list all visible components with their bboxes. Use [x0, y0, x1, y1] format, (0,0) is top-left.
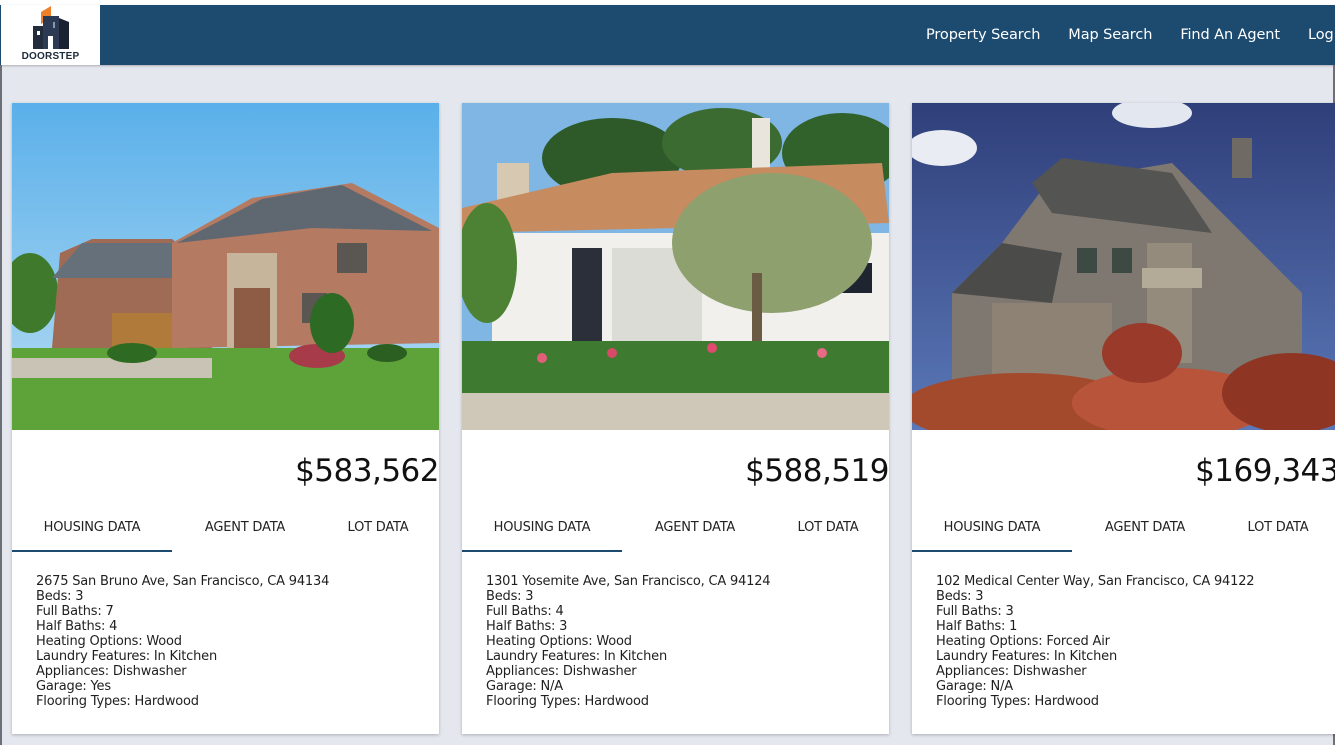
beds: Beds: 3 — [486, 589, 534, 604]
housing-details: 2675 San Bruno Ave, San Francisco, CA 94… — [36, 574, 329, 709]
listing-tabs: HOUSING DATA AGENT DATA LOT DATA — [912, 508, 1335, 552]
listing-tabs: HOUSING DATA AGENT DATA LOT DATA — [12, 508, 439, 552]
heating-options: Heating Options: Wood — [486, 634, 632, 649]
house-logo-icon — [33, 6, 69, 49]
laundry-features: Laundry Features: In Kitchen — [486, 649, 667, 664]
beds: Beds: 3 — [36, 589, 84, 604]
garage: Garage: N/A — [486, 679, 563, 694]
logo[interactable]: DOORSTEP — [1, 5, 100, 65]
appliances: Appliances: Dishwasher — [36, 664, 187, 679]
tab-housing-data[interactable]: HOUSING DATA — [462, 508, 622, 552]
listing-address: 1301 Yosemite Ave, San Francisco, CA 941… — [486, 574, 771, 589]
house-photo[interactable] — [12, 103, 439, 430]
tab-agent-data[interactable]: AGENT DATA — [622, 508, 768, 552]
page: DOORSTEP Property Search Map Search Find… — [0, 0, 1335, 745]
window-left-edge — [0, 65, 2, 745]
heating-options: Heating Options: Forced Air — [936, 634, 1110, 649]
tab-lot-data[interactable]: LOT DATA — [1218, 508, 1335, 552]
nav-map-search[interactable]: Map Search — [1068, 27, 1152, 43]
listing-address: 102 Medical Center Way, San Francisco, C… — [936, 574, 1255, 589]
full-baths: Full Baths: 7 — [36, 604, 114, 619]
heating-options: Heating Options: Wood — [36, 634, 182, 649]
garage: Garage: Yes — [36, 679, 111, 694]
main-nav: Property Search Map Search Find An Agent… — [912, 5, 1335, 65]
brand-name: DOORSTEP — [21, 51, 80, 62]
house-photo[interactable] — [912, 103, 1335, 430]
garage: Garage: N/A — [936, 679, 1013, 694]
listing-address: 2675 San Bruno Ave, San Francisco, CA 94… — [36, 574, 330, 589]
laundry-features: Laundry Features: In Kitchen — [36, 649, 217, 664]
appliances: Appliances: Dishwasher — [486, 664, 637, 679]
top-navbar: DOORSTEP Property Search Map Search Find… — [0, 5, 1335, 65]
full-baths: Full Baths: 3 — [936, 604, 1014, 619]
half-baths: Half Baths: 1 — [936, 619, 1018, 634]
tab-lot-data[interactable]: LOT DATA — [768, 508, 888, 552]
listing-card[interactable]: $169,343 HOUSING DATA AGENT DATA LOT DAT… — [912, 103, 1335, 734]
housing-details: 102 Medical Center Way, San Francisco, C… — [936, 574, 1255, 709]
flooring-types: Flooring Types: Hardwood — [486, 694, 649, 709]
full-baths: Full Baths: 4 — [486, 604, 564, 619]
flooring-types: Flooring Types: Hardwood — [36, 694, 199, 709]
nav-find-agent[interactable]: Find An Agent — [1180, 27, 1280, 43]
nav-property-search[interactable]: Property Search — [926, 27, 1040, 43]
laundry-features: Laundry Features: In Kitchen — [936, 649, 1117, 664]
house-photo[interactable] — [462, 103, 889, 430]
listing-card[interactable]: $588,519 HOUSING DATA AGENT DATA LOT DAT… — [462, 103, 889, 734]
tab-housing-data[interactable]: HOUSING DATA — [912, 508, 1072, 552]
appliances: Appliances: Dishwasher — [936, 664, 1087, 679]
listing-tabs: HOUSING DATA AGENT DATA LOT DATA — [462, 508, 889, 552]
listing-price: $588,519 — [745, 453, 889, 489]
listing-price: $583,562 — [295, 453, 439, 489]
half-baths: Half Baths: 4 — [36, 619, 118, 634]
tab-agent-data[interactable]: AGENT DATA — [1072, 508, 1218, 552]
tab-agent-data[interactable]: AGENT DATA — [172, 508, 318, 552]
listing-price: $169,343 — [1195, 453, 1335, 489]
housing-details: 1301 Yosemite Ave, San Francisco, CA 941… — [486, 574, 771, 709]
half-baths: Half Baths: 3 — [486, 619, 568, 634]
tab-housing-data[interactable]: HOUSING DATA — [12, 508, 172, 552]
flooring-types: Flooring Types: Hardwood — [936, 694, 1099, 709]
listing-card[interactable]: $583,562 HOUSING DATA AGENT DATA LOT DAT… — [12, 103, 439, 734]
tab-lot-data[interactable]: LOT DATA — [318, 508, 438, 552]
nav-log-in[interactable]: Log In — [1308, 27, 1335, 43]
beds: Beds: 3 — [936, 589, 984, 604]
